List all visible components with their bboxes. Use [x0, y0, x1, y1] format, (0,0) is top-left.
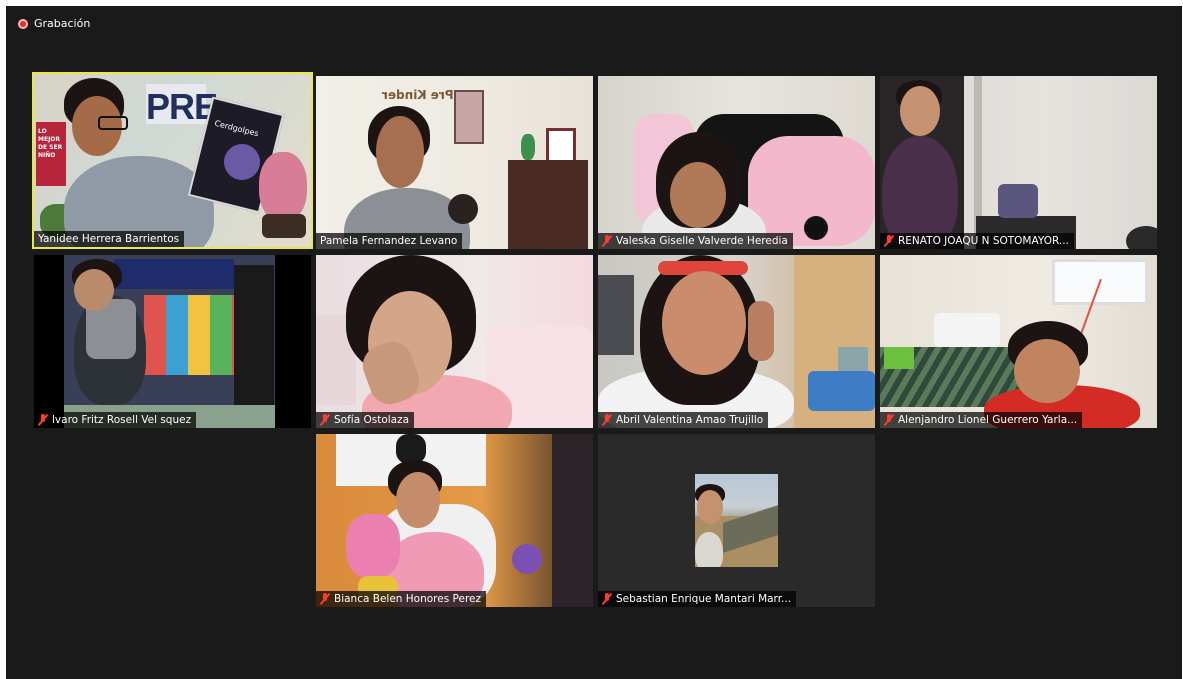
- participant-tile-valeska[interactable]: Valeska Giselle Valverde Heredia: [598, 76, 875, 249]
- participant-tile-alejandro[interactable]: Alenjandro Lionel Guerrero Yarla...: [880, 255, 1157, 428]
- participant-video: [316, 434, 593, 607]
- participant-video: [316, 255, 593, 428]
- mic-muted-icon: [320, 593, 330, 605]
- mic-muted-icon: [602, 593, 612, 605]
- participant-name: lvaro Fritz Rosell Vel squez: [52, 414, 192, 426]
- participant-name-label: Sebastian Enrique Mantari Marr...: [598, 591, 797, 607]
- mic-muted-icon: [38, 414, 48, 426]
- participant-tile-abril[interactable]: Abril Valentina Amao Trujillo: [598, 255, 875, 428]
- participant-name-label: lvaro Fritz Rosell Vel squez: [34, 412, 197, 428]
- participant-name: Yanidee Herrera Barrientos: [38, 233, 180, 245]
- participant-video: [64, 255, 275, 428]
- participant-name-label: Sofía Ostolaza: [316, 412, 415, 428]
- mic-muted-icon: [602, 414, 612, 426]
- participant-video: PRE LO MEJOR DE SER NIÑO Cerdgolpes: [34, 74, 311, 247]
- participant-name-label: Bianca Belen Honores Perez: [316, 591, 487, 607]
- participant-video: [880, 76, 1157, 249]
- mic-muted-icon: [602, 235, 612, 247]
- participant-name: Alenjandro Lionel Guerrero Yarla...: [898, 414, 1078, 426]
- participant-video: Pre Kinder: [316, 76, 593, 249]
- recording-label: Grabación: [34, 17, 91, 30]
- participant-tile-yanidee[interactable]: PRE LO MEJOR DE SER NIÑO Cerdgolpes Yani…: [32, 72, 313, 249]
- participant-name: Pamela Fernandez Levano: [320, 235, 458, 247]
- mic-muted-icon: [884, 414, 894, 426]
- participant-name-label: Yanidee Herrera Barrientos: [34, 231, 185, 247]
- wall-text: Pre Kinder: [382, 88, 454, 102]
- record-dot-icon: [18, 18, 28, 29]
- participant-name: Bianca Belen Honores Perez: [334, 593, 482, 605]
- participant-video: [598, 76, 875, 249]
- participant-tile-renato[interactable]: RENATO JOAQU N SOTOMAYOR...: [880, 76, 1157, 249]
- participant-name-label: Pamela Fernandez Levano: [316, 233, 463, 249]
- participant-tile-alvaro[interactable]: lvaro Fritz Rosell Vel squez: [34, 255, 311, 428]
- profile-photo: [695, 474, 778, 567]
- meeting-window: Grabación PRE LO MEJOR DE SER NIÑO Cerdg…: [6, 6, 1182, 679]
- participant-video: [598, 255, 875, 428]
- participant-name: Sofía Ostolaza: [334, 414, 410, 426]
- participant-tile-bianca[interactable]: Bianca Belen Honores Perez: [316, 434, 593, 607]
- participant-name: Abril Valentina Amao Trujillo: [616, 414, 764, 426]
- mic-muted-icon: [320, 414, 330, 426]
- mic-muted-icon: [884, 235, 894, 247]
- participant-name: Valeska Giselle Valverde Heredia: [616, 235, 788, 247]
- participant-name-label: RENATO JOAQU N SOTOMAYOR...: [880, 233, 1074, 249]
- participant-name-label: Valeska Giselle Valverde Heredia: [598, 233, 793, 249]
- participant-tile-sofia[interactable]: Sofía Ostolaza: [316, 255, 593, 428]
- participant-tile-pamela[interactable]: Pre Kinder Pamela Fernandez Levano: [316, 76, 593, 249]
- participant-name: RENATO JOAQU N SOTOMAYOR...: [898, 235, 1069, 247]
- participant-video: [880, 255, 1157, 428]
- participant-tile-sebastian[interactable]: Sebastian Enrique Mantari Marr...: [598, 434, 875, 607]
- participant-name-label: Alenjandro Lionel Guerrero Yarla...: [880, 412, 1083, 428]
- participant-name-label: Abril Valentina Amao Trujillo: [598, 412, 769, 428]
- recording-indicator[interactable]: Grabación: [18, 17, 90, 30]
- poster-text: LO MEJOR DE SER NIÑO: [38, 128, 63, 159]
- participant-name: Sebastian Enrique Mantari Marr...: [616, 593, 792, 605]
